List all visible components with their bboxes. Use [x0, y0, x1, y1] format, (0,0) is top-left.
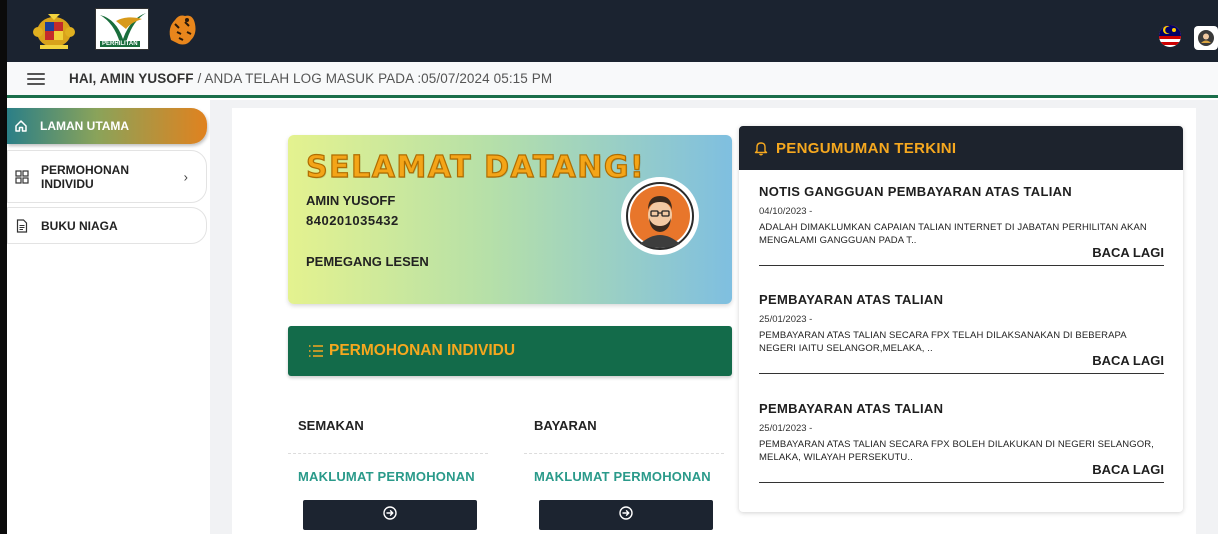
announcement-date: 25/01/2023 -: [759, 314, 813, 325]
top-header: PERHILITAN: [7, 0, 1218, 62]
semakan-maklumat-permohonan-link[interactable]: MAKLUMAT PERMOHONAN: [288, 469, 488, 484]
sidebar-item-permohonan-individu[interactable]: PERMOHONAN INDIVIDU ›: [7, 150, 207, 203]
profile-icon[interactable]: [1194, 26, 1218, 50]
announcement-item: NOTIS GANGGUAN PEMBAYARAN ATAS TALIAN 04…: [759, 184, 1164, 266]
document-icon: [15, 218, 29, 233]
bayaran-heading: BAYARAN: [524, 408, 724, 454]
announcement-title: PEMBAYARAN ATAS TALIAN: [759, 292, 944, 307]
announcement-title: NOTIS GANGGUAN PEMBAYARAN ATAS TALIAN: [759, 184, 1073, 199]
home-icon: [14, 119, 28, 133]
announcement-item: PEMBAYARAN ATAS TALIAN 25/01/2023 - PEMB…: [759, 292, 1164, 374]
announcement-title: PEMBAYARAN ATAS TALIAN: [759, 401, 944, 416]
permohonan-individu-banner: PERMOHONAN INDIVIDU: [288, 326, 732, 376]
announcements-header: PENGUMUMAN TERKINI: [739, 126, 1183, 170]
sidebar-item-label-line1: PERMOHONAN: [41, 162, 130, 177]
window-edge: [0, 0, 7, 534]
semakan-column: SEMAKAN MAKLUMAT PERMOHONAN: [288, 408, 488, 530]
sidebar: LAMAN UTAMA PERMOHONAN INDIVIDU › BUKU N…: [7, 100, 208, 534]
read-more-link[interactable]: BACA LAGI: [759, 245, 1164, 265]
list-icon: [308, 344, 324, 358]
semakan-go-button[interactable]: [303, 500, 477, 530]
avatar: [621, 177, 699, 255]
greeting-text: HAI, AMIN YUSOFF / ANDA TELAH LOG MASUK …: [69, 71, 552, 86]
announcement-date: 04/10/2023 -: [759, 206, 813, 217]
perhilitan-logo-text: PERHILITAN: [100, 41, 140, 47]
announcement-date: 25/01/2023 -: [759, 423, 813, 434]
user-role: PEMEGANG LESEN: [306, 254, 429, 269]
greeting-bar: HAI, AMIN YUSOFF / ANDA TELAH LOG MASUK …: [7, 62, 1218, 98]
perhilitan-logo: PERHILITAN: [95, 8, 149, 50]
greeting-name: HAI, AMIN YUSOFF: [69, 71, 194, 86]
bayaran-maklumat-permohonan-link[interactable]: MAKLUMAT PERMOHONAN: [524, 469, 724, 484]
announcements-panel: PENGUMUMAN TERKINI NOTIS GANGGUAN PEMBAY…: [739, 126, 1183, 512]
arrow-circle-right-icon: [383, 505, 397, 525]
sidebar-item-label-line2: INDIVIDU: [41, 176, 94, 191]
chevron-right-icon: ›: [183, 169, 188, 184]
announcement-body: PEMBAYARAN ATAS TALIAN SECARA FPX BOLEH …: [759, 439, 1154, 463]
announcements-title: PENGUMUMAN TERKINI: [776, 139, 957, 157]
sidebar-item-label: BUKU NIAGA: [41, 218, 118, 233]
sidebar-item-label: LAMAN UTAMA: [40, 119, 130, 133]
bell-icon: [753, 140, 769, 156]
read-more-link[interactable]: BACA LAGI: [759, 353, 1164, 373]
welcome-card: SELAMAT DATANG! AMIN YUSOFF 840201035432…: [288, 135, 732, 304]
announcement-body: ADALAH DIMAKLUMKAN CAPAIAN TALIAN INTERN…: [759, 222, 1147, 246]
bayaran-go-button[interactable]: [539, 500, 713, 530]
crest-logo: [32, 10, 76, 50]
announcement-item: PEMBAYARAN ATAS TALIAN 25/01/2023 - PEMB…: [759, 401, 1164, 483]
semakan-heading: SEMAKAN: [288, 408, 488, 454]
user-ic-number: 840201035432: [306, 213, 399, 228]
sidebar-item-buku-niaga[interactable]: BUKU NIAGA: [7, 207, 207, 244]
menu-toggle-icon[interactable]: [27, 72, 45, 85]
login-info: / ANDA TELAH LOG MASUK PADA :05/07/2024 …: [193, 71, 553, 86]
permohonan-individu-title: PERMOHONAN INDIVIDU: [329, 342, 516, 359]
content-panel: SELAMAT DATANG! AMIN YUSOFF 840201035432…: [232, 108, 1196, 534]
user-name: AMIN YUSOFF: [306, 193, 396, 208]
main-area: SELAMAT DATANG! AMIN YUSOFF 840201035432…: [210, 100, 1218, 534]
arrow-circle-right-icon: [619, 505, 633, 525]
announcement-body: PEMBAYARAN ATAS TALIAN SECARA FPX TELAH …: [759, 330, 1127, 354]
welcome-title: SELAMAT DATANG!: [305, 149, 646, 185]
grid-icon: [15, 169, 29, 184]
bayaran-column: BAYARAN MAKLUMAT PERMOHONAN: [524, 408, 724, 530]
sidebar-item-laman-utama[interactable]: LAMAN UTAMA: [7, 108, 207, 144]
tiger-logo: [165, 10, 199, 48]
malaysia-flag-icon[interactable]: [1158, 24, 1182, 48]
read-more-link[interactable]: BACA LAGI: [759, 462, 1164, 482]
sidebar-item-label: PERMOHONAN INDIVIDU: [41, 163, 129, 191]
